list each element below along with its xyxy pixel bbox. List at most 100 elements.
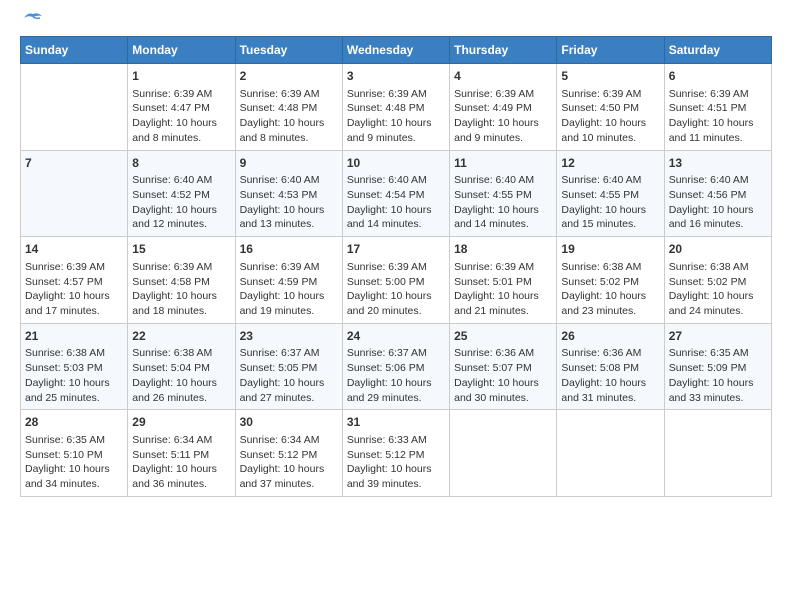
day-info: and 13 minutes. [240, 217, 338, 232]
calendar-cell: 20Sunrise: 6:38 AMSunset: 5:02 PMDayligh… [664, 237, 771, 324]
day-number: 20 [669, 241, 767, 258]
day-info: Sunrise: 6:34 AM [240, 433, 338, 448]
calendar-cell: 28Sunrise: 6:35 AMSunset: 5:10 PMDayligh… [21, 410, 128, 497]
calendar-cell: 31Sunrise: 6:33 AMSunset: 5:12 PMDayligh… [342, 410, 449, 497]
calendar-cell: 13Sunrise: 6:40 AMSunset: 4:56 PMDayligh… [664, 150, 771, 237]
day-info: Daylight: 10 hours [454, 116, 552, 131]
day-info: Sunset: 5:03 PM [25, 361, 123, 376]
weekday-header-friday: Friday [557, 37, 664, 64]
logo [20, 20, 44, 26]
day-info: Sunrise: 6:37 AM [240, 346, 338, 361]
day-info: Daylight: 10 hours [132, 289, 230, 304]
day-info: and 15 minutes. [561, 217, 659, 232]
day-info: Sunset: 4:54 PM [347, 188, 445, 203]
day-info: and 11 minutes. [669, 131, 767, 146]
day-number: 9 [240, 155, 338, 172]
day-info: Sunset: 5:02 PM [561, 275, 659, 290]
day-info: and 29 minutes. [347, 391, 445, 406]
day-info: and 31 minutes. [561, 391, 659, 406]
day-info: Daylight: 10 hours [669, 376, 767, 391]
day-number: 6 [669, 68, 767, 85]
day-info: Sunset: 4:47 PM [132, 101, 230, 116]
day-info: Sunset: 5:08 PM [561, 361, 659, 376]
day-number: 29 [132, 414, 230, 431]
day-info: Daylight: 10 hours [240, 203, 338, 218]
calendar-cell: 6Sunrise: 6:39 AMSunset: 4:51 PMDaylight… [664, 64, 771, 151]
calendar-week-row: 14Sunrise: 6:39 AMSunset: 4:57 PMDayligh… [21, 237, 772, 324]
calendar-cell [21, 64, 128, 151]
calendar-cell: 18Sunrise: 6:39 AMSunset: 5:01 PMDayligh… [450, 237, 557, 324]
day-info: Sunrise: 6:38 AM [132, 346, 230, 361]
day-info: Daylight: 10 hours [132, 203, 230, 218]
day-number: 13 [669, 155, 767, 172]
day-info: Sunset: 5:11 PM [132, 448, 230, 463]
day-info: and 12 minutes. [132, 217, 230, 232]
day-info: Sunset: 4:51 PM [669, 101, 767, 116]
day-info: Sunrise: 6:35 AM [25, 433, 123, 448]
day-info: Sunrise: 6:39 AM [25, 260, 123, 275]
day-info: and 26 minutes. [132, 391, 230, 406]
day-number: 11 [454, 155, 552, 172]
weekday-header-tuesday: Tuesday [235, 37, 342, 64]
day-number: 2 [240, 68, 338, 85]
weekday-header-sunday: Sunday [21, 37, 128, 64]
calendar-cell: 3Sunrise: 6:39 AMSunset: 4:48 PMDaylight… [342, 64, 449, 151]
calendar-cell: 21Sunrise: 6:38 AMSunset: 5:03 PMDayligh… [21, 323, 128, 410]
day-info: Daylight: 10 hours [454, 376, 552, 391]
calendar-cell: 22Sunrise: 6:38 AMSunset: 5:04 PMDayligh… [128, 323, 235, 410]
day-info: Sunrise: 6:39 AM [240, 260, 338, 275]
day-info: Daylight: 10 hours [132, 376, 230, 391]
page-header [20, 20, 772, 26]
day-info: Sunrise: 6:39 AM [347, 87, 445, 102]
day-info: Sunrise: 6:38 AM [25, 346, 123, 361]
day-info: Sunrise: 6:35 AM [669, 346, 767, 361]
day-info: Sunset: 4:50 PM [561, 101, 659, 116]
day-info: Sunset: 4:52 PM [132, 188, 230, 203]
calendar-cell: 11Sunrise: 6:40 AMSunset: 4:55 PMDayligh… [450, 150, 557, 237]
day-info: Sunset: 4:53 PM [240, 188, 338, 203]
weekday-header-saturday: Saturday [664, 37, 771, 64]
calendar-cell: 30Sunrise: 6:34 AMSunset: 5:12 PMDayligh… [235, 410, 342, 497]
day-number: 1 [132, 68, 230, 85]
calendar-cell: 2Sunrise: 6:39 AMSunset: 4:48 PMDaylight… [235, 64, 342, 151]
day-info: Sunset: 4:49 PM [454, 101, 552, 116]
day-number: 17 [347, 241, 445, 258]
day-info: Sunrise: 6:38 AM [669, 260, 767, 275]
day-info: Sunset: 5:07 PM [454, 361, 552, 376]
calendar-cell: 5Sunrise: 6:39 AMSunset: 4:50 PMDaylight… [557, 64, 664, 151]
day-number: 5 [561, 68, 659, 85]
day-info: Sunset: 5:09 PM [669, 361, 767, 376]
day-info: and 8 minutes. [240, 131, 338, 146]
day-info: Sunset: 5:02 PM [669, 275, 767, 290]
day-number: 3 [347, 68, 445, 85]
calendar-cell: 23Sunrise: 6:37 AMSunset: 5:05 PMDayligh… [235, 323, 342, 410]
day-info: Daylight: 10 hours [561, 289, 659, 304]
calendar-cell: 1Sunrise: 6:39 AMSunset: 4:47 PMDaylight… [128, 64, 235, 151]
day-info: Sunset: 5:06 PM [347, 361, 445, 376]
day-info: Sunset: 4:57 PM [25, 275, 123, 290]
calendar-cell [557, 410, 664, 497]
day-number: 14 [25, 241, 123, 258]
weekday-header-row: SundayMondayTuesdayWednesdayThursdayFrid… [21, 37, 772, 64]
day-info: Daylight: 10 hours [561, 203, 659, 218]
day-info: and 14 minutes. [454, 217, 552, 232]
calendar-cell [450, 410, 557, 497]
calendar-table: SundayMondayTuesdayWednesdayThursdayFrid… [20, 36, 772, 497]
day-info: Sunset: 4:58 PM [132, 275, 230, 290]
day-info: Daylight: 10 hours [561, 376, 659, 391]
day-info: Daylight: 10 hours [669, 203, 767, 218]
day-info: and 34 minutes. [25, 477, 123, 492]
day-info: Sunrise: 6:39 AM [561, 87, 659, 102]
calendar-cell: 27Sunrise: 6:35 AMSunset: 5:09 PMDayligh… [664, 323, 771, 410]
day-number: 10 [347, 155, 445, 172]
day-info: and 37 minutes. [240, 477, 338, 492]
calendar-cell: 25Sunrise: 6:36 AMSunset: 5:07 PMDayligh… [450, 323, 557, 410]
day-number: 24 [347, 328, 445, 345]
day-number: 7 [25, 155, 123, 172]
day-info: and 23 minutes. [561, 304, 659, 319]
day-info: Sunrise: 6:36 AM [454, 346, 552, 361]
day-info: Sunset: 4:48 PM [347, 101, 445, 116]
day-info: Sunset: 5:00 PM [347, 275, 445, 290]
calendar-cell: 8Sunrise: 6:40 AMSunset: 4:52 PMDaylight… [128, 150, 235, 237]
day-info: Daylight: 10 hours [454, 203, 552, 218]
